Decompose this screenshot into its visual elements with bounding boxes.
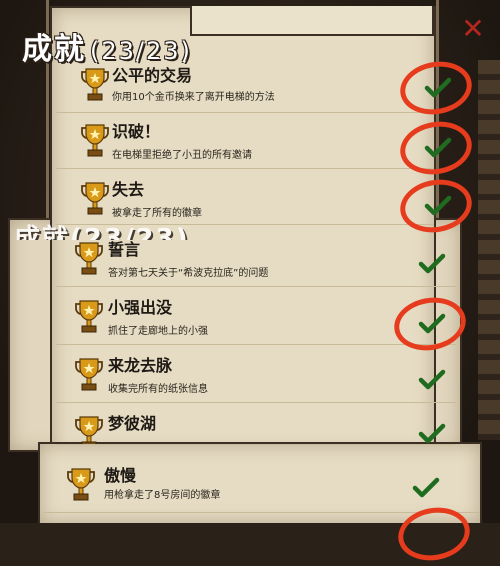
achievement-row: 梦彼湖 xyxy=(56,404,456,445)
achievement-title: 誓言 xyxy=(108,240,141,259)
achievement-row: 识破！ 在电梯里拒绝了小丑的所有邀请 xyxy=(56,114,476,180)
achievement-row: 小强出没抓住了走廊地上的小强 xyxy=(56,290,470,356)
achievement-title: 识破！ xyxy=(112,122,161,141)
trophy-icon xyxy=(74,356,104,392)
achievement-title: 梦彼湖 xyxy=(108,414,157,433)
trophy-icon xyxy=(80,180,110,216)
achievement-description: 答对第七天关于“希波克拉底”的问题 xyxy=(108,268,269,279)
achievement-row: 傲慢用枪拿走了8号房间的徽章 xyxy=(44,458,480,513)
achievement-description: 在电梯里拒绝了小丑的所有邀请 xyxy=(112,150,252,161)
trophy-icon xyxy=(74,298,104,334)
achievements-title: 成就 (23/23) xyxy=(22,24,192,68)
achievement-row: 失去被拿走了所有的徽章 xyxy=(56,170,476,238)
trophy-icon xyxy=(74,240,104,276)
achievement-row: 来龙去脉收集完所有的纸张信息 xyxy=(56,348,456,403)
achievement-title: 小强出没 xyxy=(108,298,173,317)
checkmark-icon xyxy=(412,476,440,500)
achievement-description: 抓住了走廊地上的小强 xyxy=(108,326,208,337)
achievement-description: 你用10个金币换来了离开电梯的方法 xyxy=(112,92,275,103)
achievement-description: 用枪拿走了8号房间的徽章 xyxy=(104,490,221,501)
trophy-icon xyxy=(74,414,104,444)
checkmark-icon xyxy=(418,252,446,276)
side-decoration xyxy=(478,60,500,440)
checkmark-icon xyxy=(418,422,446,444)
title-text: 成就 xyxy=(22,32,86,67)
close-icon[interactable]: ✕ xyxy=(460,14,486,44)
achievement-title: 失去 xyxy=(112,180,145,199)
achievement-row: 誓言答对第七天关于“希波克拉底”的问题 xyxy=(56,232,456,287)
achievement-title: 来龙去脉 xyxy=(108,356,173,375)
trophy-icon xyxy=(66,466,96,502)
panel-tab xyxy=(190,6,434,36)
checkmark-icon xyxy=(418,368,446,392)
trophy-icon xyxy=(80,122,110,158)
title-count: (23/23) xyxy=(90,37,192,65)
achievement-title: 傲慢 xyxy=(104,466,137,485)
achievement-description: 收集完所有的纸张信息 xyxy=(108,384,208,395)
achievement-description: 被拿走了所有的徽章 xyxy=(112,208,202,219)
trophy-icon xyxy=(80,66,110,102)
